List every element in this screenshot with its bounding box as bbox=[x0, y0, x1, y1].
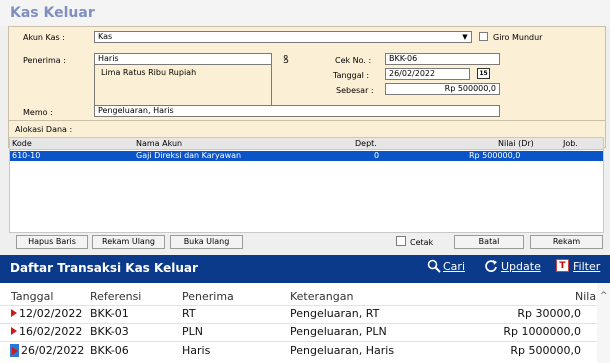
cell-nilai: Rp 500000,0 bbox=[510, 344, 581, 357]
tanggal-value: 26/02/2022 bbox=[389, 69, 436, 78]
cell-tanggal: 26/02/2022 bbox=[21, 344, 85, 357]
cell-penerima: RT bbox=[182, 307, 196, 320]
row-pointer-icon bbox=[12, 347, 18, 355]
col-nilai: Nilai bbox=[575, 290, 600, 303]
col-dept: Dept. bbox=[355, 139, 377, 148]
col-tanggal: Tanggal bbox=[11, 290, 54, 303]
cari-label: Cari bbox=[443, 260, 465, 273]
buka-ulang-button[interactable]: Buka Ulang bbox=[170, 235, 243, 249]
col-nama-akun: Nama Akun bbox=[136, 139, 183, 148]
giro-mundur-checkbox[interactable] bbox=[479, 32, 488, 41]
cell-nilai: Rp 500000,0 bbox=[469, 151, 521, 160]
scroll-up-icon[interactable]: ^ bbox=[600, 291, 608, 301]
hapus-baris-button[interactable]: Hapus Baris bbox=[16, 235, 88, 249]
memo-input[interactable]: Pengeluaran, Haris bbox=[94, 105, 500, 117]
col-nilai: Nilai (Dr) bbox=[498, 139, 534, 148]
cell-kode: 610-10 bbox=[12, 151, 41, 160]
sebesar-label: Sebesar : bbox=[336, 86, 374, 95]
cell-referensi: BKK-01 bbox=[90, 307, 129, 320]
col-kode: Kode bbox=[12, 139, 32, 148]
cell-referensi: BKK-06 bbox=[90, 344, 129, 357]
penerima-input[interactable]: Haris bbox=[94, 53, 272, 65]
cell-nilai: Rp 1000000,0 bbox=[503, 325, 581, 338]
cell-keterangan: Pengeluaran, Haris bbox=[290, 344, 395, 357]
cetak-checkbox[interactable] bbox=[396, 236, 406, 246]
filter-icon: T bbox=[556, 259, 569, 272]
sebesar-value: Rp 500000,0 bbox=[444, 84, 496, 93]
calendar-icon[interactable]: 15 bbox=[477, 68, 490, 79]
memo-label: Memo : bbox=[23, 108, 53, 117]
cell-keterangan: Pengeluaran, RT bbox=[290, 307, 380, 320]
daftar-title: Daftar Transaksi Kas Keluar bbox=[10, 261, 198, 275]
table-row[interactable]: 610-10 Gaji Direksi dan Karyawan 0 Rp 50… bbox=[10, 151, 603, 161]
memo-value: Pengeluaran, Haris bbox=[98, 106, 174, 115]
row-pointer-icon bbox=[11, 327, 17, 335]
col-referensi: Referensi bbox=[90, 290, 142, 303]
cell-tanggal: 12/02/2022 bbox=[19, 307, 83, 320]
rekam-ulang-button[interactable]: Rekam Ulang bbox=[92, 235, 165, 249]
akun-kas-label: Akun Kas : bbox=[23, 33, 65, 42]
search-icon bbox=[427, 259, 441, 273]
row-pointer-icon bbox=[11, 309, 17, 317]
cell-keterangan: Pengeluaran, PLN bbox=[290, 325, 387, 338]
terbilang-text: Lima Ratus Ribu Rupiah bbox=[101, 68, 197, 77]
col-penerima: Penerima bbox=[182, 290, 234, 303]
cell-penerima: PLN bbox=[182, 325, 203, 338]
akun-kas-value: Kas bbox=[98, 32, 113, 41]
col-job: Job. bbox=[563, 139, 578, 148]
cetak-label: Cetak bbox=[410, 238, 434, 247]
tanggal-label: Tanggal : bbox=[333, 71, 370, 80]
chevron-down-icon[interactable]: ▼ bbox=[460, 32, 470, 42]
alokasi-grid[interactable]: Kode Nama Akun Dept. Nilai (Dr) Job. 610… bbox=[9, 137, 604, 233]
cell-referensi: BKK-03 bbox=[90, 325, 129, 338]
filter-label: Filter bbox=[573, 260, 601, 273]
giro-mundur-label: Giro Mundur bbox=[493, 33, 543, 42]
grid-header: Kode Nama Akun Dept. Nilai (Dr) Job. bbox=[10, 138, 603, 150]
cek-no-value: BKK-06 bbox=[389, 54, 418, 63]
tanggal-input[interactable]: 26/02/2022 bbox=[385, 68, 470, 80]
akun-kas-select[interactable]: Kas bbox=[94, 31, 472, 43]
cell-nama-akun: Gaji Direksi dan Karyawan bbox=[136, 151, 242, 160]
cek-no-label: Cek No. : bbox=[335, 56, 372, 65]
penerima-value: Haris bbox=[98, 54, 119, 63]
rekam-button[interactable]: Rekam bbox=[530, 235, 603, 249]
penerima-label: Penerima : bbox=[23, 56, 66, 65]
sebesar-input[interactable]: Rp 500000,0 bbox=[385, 83, 500, 95]
cell-dept: 0 bbox=[374, 151, 380, 160]
update-label: Update bbox=[501, 260, 541, 273]
cell-nilai: Rp 30000,0 bbox=[517, 307, 581, 320]
refresh-icon bbox=[485, 260, 497, 272]
cell-tanggal: 16/02/2022 bbox=[19, 325, 83, 338]
lookup-penerima-icon[interactable]: ꝸ bbox=[283, 52, 289, 67]
cell-penerima: Haris bbox=[182, 344, 211, 357]
col-keterangan: Keterangan bbox=[290, 290, 354, 303]
form-title: Kas Keluar bbox=[10, 5, 95, 21]
alokasi-dana-label: Alokasi Dana : bbox=[15, 125, 73, 134]
batal-button[interactable]: Batal bbox=[454, 235, 524, 249]
cek-no-input[interactable]: BKK-06 bbox=[385, 53, 500, 65]
